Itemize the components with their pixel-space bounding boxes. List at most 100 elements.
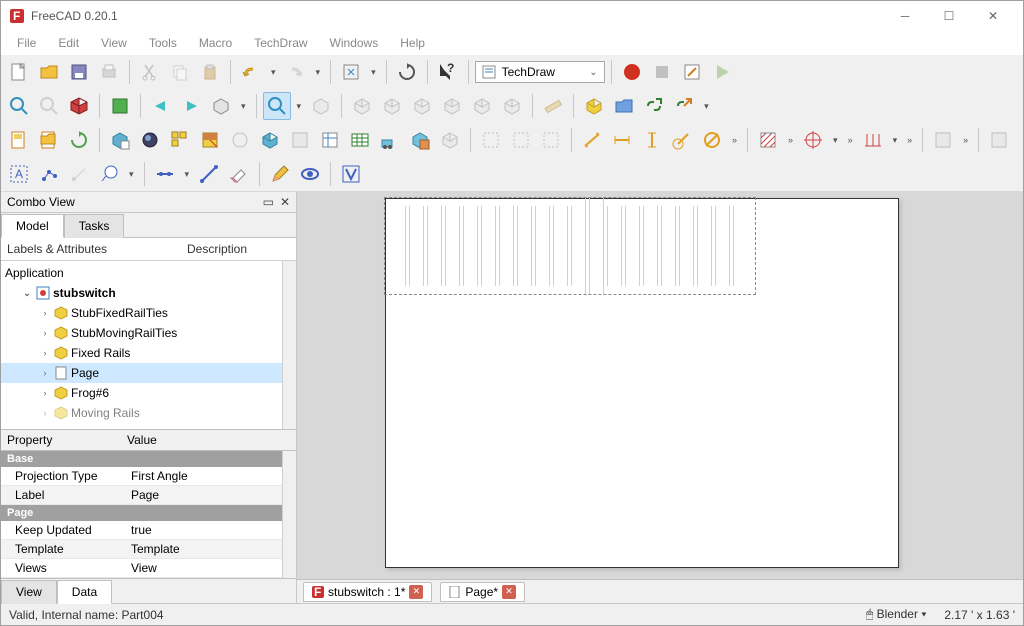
zoom-dropdown[interactable]: ▾: [293, 101, 306, 112]
macro-record-button[interactable]: [618, 58, 646, 86]
drawing-view-frame[interactable]: [384, 197, 756, 295]
fit-all-button[interactable]: [5, 92, 33, 120]
new-file-button[interactable]: [5, 58, 33, 86]
insert-active-button[interactable]: [136, 126, 164, 154]
tree-scrollbar[interactable]: [282, 261, 296, 429]
menu-view[interactable]: View: [91, 33, 137, 53]
dim-horizontal-button[interactable]: [608, 126, 636, 154]
combo-float-button[interactable]: ▭: [263, 195, 274, 209]
pencil-button[interactable]: [266, 160, 294, 188]
doc-tab-model[interactable]: F stubswitch : 1* ✕: [303, 582, 432, 602]
nav-right-button[interactable]: [177, 92, 205, 120]
extent-more[interactable]: »: [903, 135, 916, 145]
maximize-button[interactable]: ☐: [927, 1, 971, 31]
tree-item-selected[interactable]: › Page: [1, 363, 282, 383]
decorate-button[interactable]: [985, 126, 1013, 154]
page-template-button[interactable]: [35, 126, 63, 154]
redo-button[interactable]: [282, 58, 310, 86]
menu-macro[interactable]: Macro: [189, 33, 242, 53]
extent-dropdown[interactable]: ▾: [889, 135, 902, 146]
drawing-sheet[interactable]: [385, 198, 899, 568]
tab-model[interactable]: Model: [1, 214, 64, 238]
refresh-button[interactable]: [337, 58, 365, 86]
clip1-button[interactable]: [477, 126, 505, 154]
macro-play-button[interactable]: [708, 58, 736, 86]
front-view-button[interactable]: [106, 92, 134, 120]
measure-button[interactable]: [539, 92, 567, 120]
cosmetic-dropdown[interactable]: ▾: [181, 169, 194, 180]
expand-icon[interactable]: ›: [39, 308, 51, 318]
copy-view-button[interactable]: [406, 126, 434, 154]
hatch-button[interactable]: [754, 126, 782, 154]
tab-tasks[interactable]: Tasks: [64, 214, 125, 238]
dim-diameter-button[interactable]: [698, 126, 726, 154]
drawing-canvas[interactable]: [297, 192, 1023, 579]
minimize-button[interactable]: ─: [883, 1, 927, 31]
save-button[interactable]: [65, 58, 93, 86]
annotation-button[interactable]: A: [5, 160, 33, 188]
insert-view-button[interactable]: [106, 126, 134, 154]
view-cube3[interactable]: [408, 92, 436, 120]
nav-style-selector[interactable]: 🖱 Blender ▾: [866, 607, 926, 622]
view-cube6[interactable]: [498, 92, 526, 120]
workbench-selector[interactable]: TechDraw ⌄: [475, 61, 605, 83]
fit-selection-button[interactable]: [35, 92, 63, 120]
close-tab-icon[interactable]: ✕: [502, 585, 516, 599]
clip2-button[interactable]: [507, 126, 535, 154]
cosmetic-line-button[interactable]: [195, 160, 223, 188]
menu-help[interactable]: Help: [390, 33, 435, 53]
menu-file[interactable]: File: [7, 33, 46, 53]
combo-close-button[interactable]: ✕: [280, 195, 290, 209]
detail-view-button[interactable]: [226, 126, 254, 154]
insert-draft-button[interactable]: [286, 126, 314, 154]
tree-doc[interactable]: ⌄ stubswitch: [1, 283, 282, 303]
tree-item[interactable]: › Frog#6: [1, 383, 282, 403]
view-cube4[interactable]: [438, 92, 466, 120]
richtext-button[interactable]: [65, 160, 93, 188]
hatch-more[interactable]: »: [784, 135, 797, 145]
prop-value[interactable]: First Angle: [127, 469, 282, 483]
dim-radius-button[interactable]: [668, 126, 696, 154]
balloon-button[interactable]: [95, 160, 123, 188]
clip-group-button[interactable]: [436, 126, 464, 154]
menu-tools[interactable]: Tools: [139, 33, 187, 53]
macro-edit-button[interactable]: [678, 58, 706, 86]
visibility-button[interactable]: [296, 160, 324, 188]
nav-left-button[interactable]: [147, 92, 175, 120]
menu-techdraw[interactable]: TechDraw: [244, 33, 317, 53]
expand-icon[interactable]: ⌄: [21, 288, 33, 299]
part-cube-button[interactable]: [580, 92, 608, 120]
tree-item[interactable]: › StubMovingRailTies: [1, 323, 282, 343]
export-more[interactable]: »: [959, 135, 972, 145]
balloon-dropdown[interactable]: ▾: [125, 169, 138, 180]
doc-tab-page[interactable]: Page* ✕: [440, 582, 525, 602]
view-cube5[interactable]: [468, 92, 496, 120]
tab-view[interactable]: View: [1, 580, 57, 604]
center-more[interactable]: »: [844, 135, 857, 145]
close-button[interactable]: ✕: [971, 1, 1015, 31]
leader-button[interactable]: [35, 160, 63, 188]
macro-stop-button[interactable]: [648, 58, 676, 86]
redo-dropdown[interactable]: ▾: [312, 67, 325, 78]
tree-root[interactable]: Application: [1, 263, 282, 283]
prop-scrollbar[interactable]: [282, 451, 296, 578]
center-dropdown[interactable]: ▾: [829, 135, 842, 146]
expand-icon[interactable]: ›: [39, 388, 51, 398]
view-cube1[interactable]: [348, 92, 376, 120]
redraw-page-button[interactable]: [65, 126, 93, 154]
insert-spreadsheet-button[interactable]: [346, 126, 374, 154]
dim-more[interactable]: »: [728, 135, 741, 145]
tree-item[interactable]: › StubFixedRailTies: [1, 303, 282, 323]
expand-icon[interactable]: ›: [39, 368, 51, 378]
link-import-button[interactable]: [670, 92, 698, 120]
center-button[interactable]: [799, 126, 827, 154]
move-view-button[interactable]: [376, 126, 404, 154]
nav-view-button[interactable]: [207, 92, 235, 120]
insert-cube-button[interactable]: [256, 126, 284, 154]
page-default-button[interactable]: [5, 126, 33, 154]
weld-button[interactable]: [337, 160, 365, 188]
link-button[interactable]: [640, 92, 668, 120]
tab-data[interactable]: Data: [57, 580, 112, 604]
menu-windows[interactable]: Windows: [320, 33, 389, 53]
undo-dropdown[interactable]: ▾: [267, 67, 280, 78]
